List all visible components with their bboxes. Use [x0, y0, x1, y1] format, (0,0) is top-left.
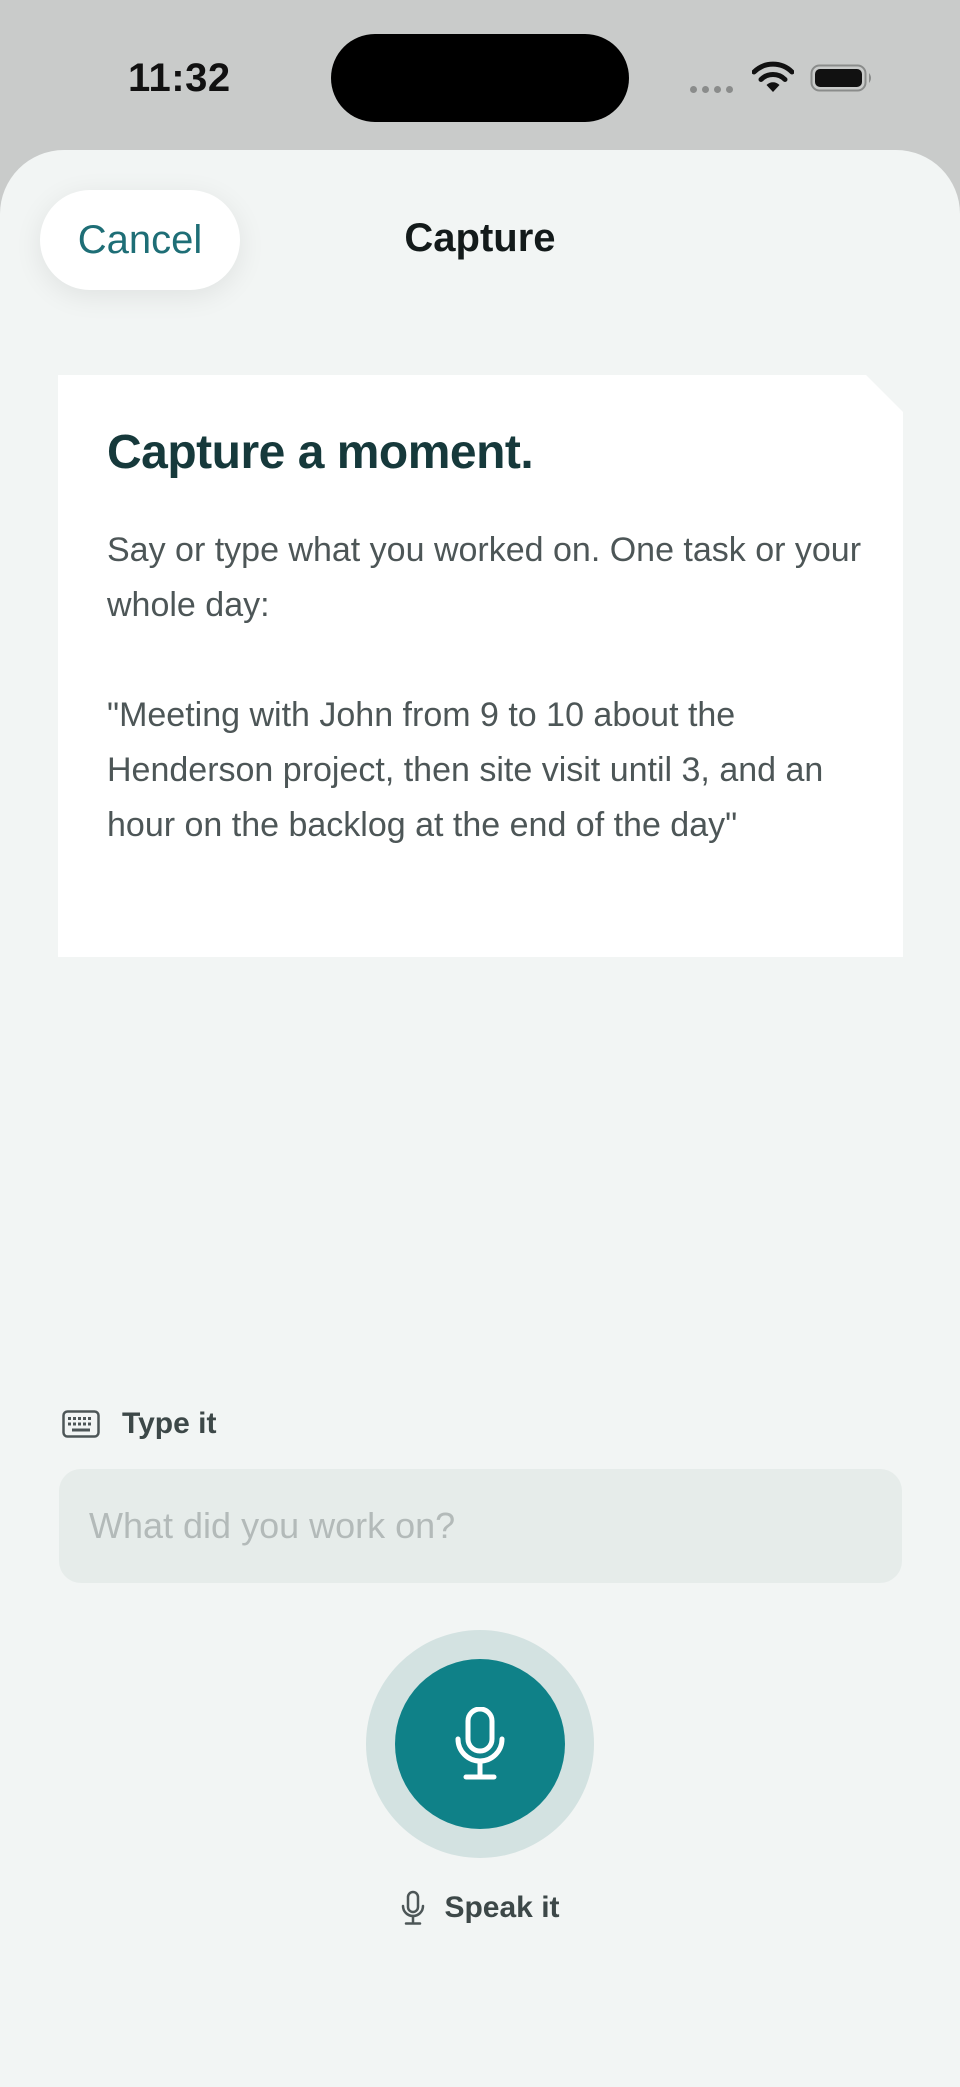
type-it-label: Type it [122, 1407, 217, 1440]
status-time: 11:32 [128, 56, 231, 100]
wifi-icon [752, 61, 794, 92]
page-title: Capture [404, 216, 556, 260]
type-it-label-row: Type it [62, 1407, 216, 1441]
record-voice-button[interactable] [395, 1659, 565, 1829]
prompt-heading: Capture a moment. [107, 426, 534, 479]
prompt-card: Capture a moment. Say or type what you w… [58, 375, 903, 957]
capture-sheet: Cancel Capture Capture a moment. Say or … [0, 150, 960, 2087]
status-bar: 11:32 [0, 0, 960, 150]
prompt-instructions: Say or type what you worked on. One task… [107, 531, 862, 624]
cellular-dots-icon [690, 86, 733, 93]
work-description-input[interactable] [59, 1469, 902, 1583]
speak-it-label-row: Speak it [0, 1890, 960, 1926]
dynamic-island [331, 34, 629, 122]
microphone-small-icon [402, 1890, 425, 1925]
battery-icon [810, 64, 871, 92]
keyboard-icon [62, 1410, 100, 1438]
prompt-example: "Meeting with John from 9 to 10 about th… [107, 696, 824, 844]
microphone-icon [455, 1707, 505, 1780]
speak-it-label: Speak it [444, 1891, 560, 1924]
